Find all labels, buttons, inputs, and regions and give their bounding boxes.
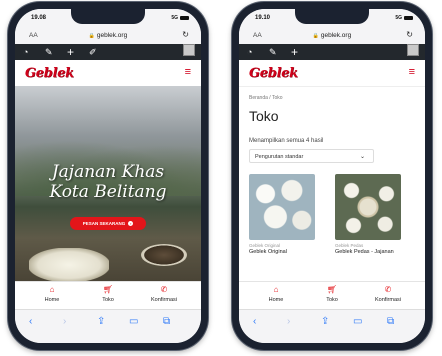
lock-icon: 🔒 (312, 33, 320, 39)
url-text: geblek.org (96, 32, 128, 39)
avatar[interactable] (407, 44, 419, 56)
browser-toolbar: ‹ › ⇪ ▭ ⧉ (239, 309, 425, 343)
nav-item-konfirmasi[interactable]: ✆ Konfirmasi (139, 285, 189, 303)
reload-icon[interactable]: ↻ (182, 30, 189, 39)
dashboard-icon[interactable]: ◔ (23, 44, 28, 60)
avatar[interactable] (183, 44, 195, 56)
share-icon[interactable]: ⇪ (97, 316, 105, 327)
phone-notch (71, 9, 145, 24)
bottom-nav: ⌂ Home 🛒︎ Toko ✆ Konfirmasi (239, 281, 425, 310)
customize-brush-icon[interactable]: ✎ (269, 44, 277, 60)
result-count: Menampilkan semua 4 hasil (249, 138, 324, 144)
battery-icon (404, 15, 413, 20)
site-header: Geblek ≡ (15, 60, 201, 87)
nav-item-home[interactable]: ⌂ Home (27, 285, 77, 303)
customize-brush-icon[interactable]: ✎ (45, 44, 53, 60)
breadcrumb[interactable]: Beranda / Toko (249, 95, 283, 101)
nav-label-toko: Toko (102, 297, 114, 303)
nav-label-home: Home (44, 297, 60, 303)
edit-pencil-icon[interactable]: ✐ (89, 44, 97, 60)
cart-icon: 🛒︎ (326, 285, 338, 294)
nav-item-toko[interactable]: 🛒︎ Toko (307, 285, 357, 303)
order-now-label: PESAN SEKARANG (82, 221, 126, 226)
url-text: geblek.org (320, 32, 352, 39)
order-now-button[interactable]: PESAN SEKARANG › (70, 217, 146, 230)
browser-address-bar[interactable]: AA 🔒 geblek.org ↻ (15, 27, 201, 44)
phone-frame-shop: 19.10 5G AA 🔒 geblek.org ↻ ◔ ✎ + Geblek … (232, 2, 432, 350)
status-time: 19.08 (31, 15, 47, 21)
signal-indicator: 5G (171, 15, 189, 21)
arrow-right-icon: › (128, 221, 134, 227)
site-logo[interactable]: Geblek (25, 66, 74, 81)
back-icon[interactable]: ‹ (253, 316, 256, 327)
cart-icon: 🛒︎ (102, 285, 114, 294)
home-icon: ⌂ (49, 285, 55, 294)
product-name[interactable]: Geblek Pedas - Jajanan (335, 249, 401, 254)
page-title: Toko (249, 108, 279, 124)
sauce-bowl-image (141, 244, 187, 266)
back-icon[interactable]: ‹ (29, 316, 32, 327)
phone-notch (295, 9, 369, 24)
nav-label-konfirmasi: Konfirmasi (151, 297, 177, 303)
sort-selected-value: Pengurutan standar (255, 154, 304, 160)
bookmarks-icon[interactable]: ▭ (353, 316, 362, 327)
bottom-nav: ⌂ Home 🛒︎ Toko ✆ Konfirmasi (15, 281, 201, 310)
nav-label-home: Home (268, 297, 284, 303)
forward-icon[interactable]: › (287, 316, 290, 327)
battery-icon (180, 15, 189, 20)
nav-item-home[interactable]: ⌂ Home (251, 285, 301, 303)
product-image[interactable] (249, 174, 315, 240)
tabs-icon[interactable]: ⧉ (387, 316, 394, 327)
network-type: 5G (171, 15, 178, 21)
site-header: Geblek ≡ (239, 60, 425, 87)
browser-toolbar: ‹ › ⇪ ▭ ⧉ (15, 309, 201, 343)
dashboard-icon[interactable]: ◔ (247, 44, 252, 60)
product-category[interactable]: Geblek Pedas (335, 243, 401, 248)
nav-item-konfirmasi[interactable]: ✆ Konfirmasi (363, 285, 413, 303)
tabs-icon[interactable]: ⧉ (163, 316, 170, 327)
food-plate-image (29, 248, 109, 282)
share-icon[interactable]: ⇪ (321, 316, 329, 327)
wp-admin-bar: ◔ ✎ + (239, 44, 425, 60)
site-logo[interactable]: Geblek (249, 66, 298, 81)
browser-address-bar[interactable]: AA 🔒 geblek.org ↻ (239, 27, 425, 44)
sort-select[interactable]: Pengurutan standar ⌄ (249, 149, 374, 163)
hero-banner: Jajanan Khas Kota Belitang PESAN SEKARAN… (15, 86, 201, 282)
status-time: 19.10 (255, 15, 271, 21)
address-url[interactable]: 🔒 geblek.org (15, 32, 201, 39)
product-card[interactable]: Geblek Original Geblek Original (249, 174, 315, 254)
bookmarks-icon[interactable]: ▭ (129, 316, 138, 327)
hamburger-menu-icon[interactable]: ≡ (185, 67, 191, 78)
home-icon: ⌂ (273, 285, 279, 294)
lock-icon: 🔒 (88, 33, 96, 39)
address-url[interactable]: 🔒 geblek.org (239, 32, 425, 39)
hero-title-line-2: Kota Belitang (49, 182, 167, 202)
product-category[interactable]: Geblek Original (249, 243, 315, 248)
product-image[interactable] (335, 174, 401, 240)
nav-label-toko: Toko (326, 297, 338, 303)
reload-icon[interactable]: ↻ (406, 30, 413, 39)
phone-screen: 19.10 5G AA 🔒 geblek.org ↻ ◔ ✎ + Geblek … (239, 9, 425, 343)
product-card[interactable]: Geblek Pedas Geblek Pedas - Jajanan (335, 174, 401, 254)
product-name[interactable]: Geblek Original (249, 249, 315, 254)
add-new-icon[interactable]: + (67, 44, 74, 60)
hero-title: Jajanan Khas Kota Belitang (15, 162, 201, 202)
phone-frame-home: 19.08 5G AA 🔒 geblek.org ↻ ◔ ✎ + ✐ Geble… (8, 2, 208, 350)
signal-indicator: 5G (395, 15, 413, 21)
hero-title-line-1: Jajanan Khas (51, 162, 165, 182)
nav-label-konfirmasi: Konfirmasi (375, 297, 401, 303)
whatsapp-icon: ✆ (384, 285, 392, 294)
forward-icon[interactable]: › (63, 316, 66, 327)
chevron-down-icon: ⌄ (359, 154, 365, 160)
nav-item-toko[interactable]: 🛒︎ Toko (83, 285, 133, 303)
phone-screen: 19.08 5G AA 🔒 geblek.org ↻ ◔ ✎ + ✐ Geble… (15, 9, 201, 343)
whatsapp-icon: ✆ (160, 285, 168, 294)
add-new-icon[interactable]: + (291, 44, 298, 60)
hamburger-menu-icon[interactable]: ≡ (409, 67, 415, 78)
network-type: 5G (395, 15, 402, 21)
wp-admin-bar: ◔ ✎ + ✐ (15, 44, 201, 60)
